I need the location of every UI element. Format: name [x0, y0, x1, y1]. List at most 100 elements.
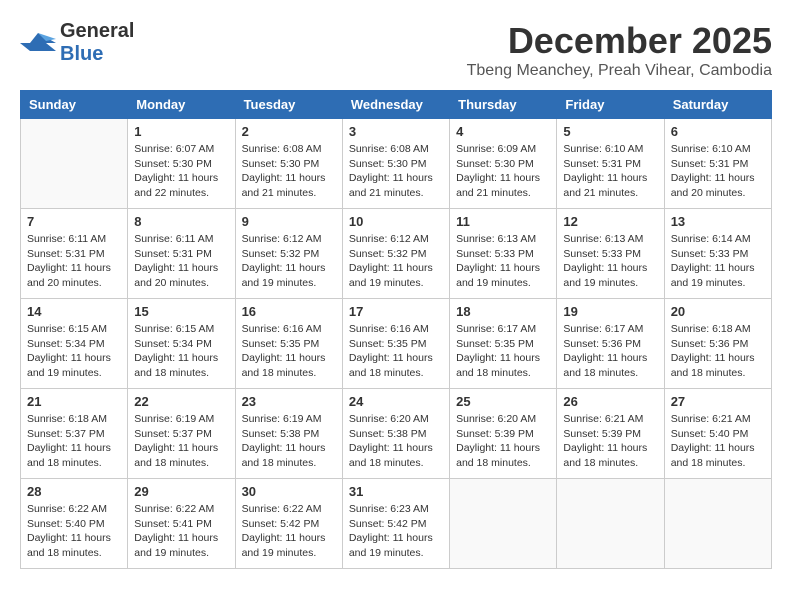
- cell-info: Sunrise: 6:17 AMSunset: 5:35 PMDaylight:…: [456, 322, 550, 381]
- column-header-thursday: Thursday: [450, 91, 557, 119]
- calendar-cell: 25Sunrise: 6:20 AMSunset: 5:39 PMDayligh…: [450, 389, 557, 479]
- cell-info: Sunrise: 6:08 AMSunset: 5:30 PMDaylight:…: [242, 142, 336, 201]
- location-subtitle: Tbeng Meanchey, Preah Vihear, Cambodia: [467, 62, 772, 80]
- calendar-cell: [557, 479, 664, 569]
- day-number: 19: [563, 304, 657, 319]
- cell-info: Sunrise: 6:13 AMSunset: 5:33 PMDaylight:…: [563, 232, 657, 291]
- calendar-cell: 31 Sunrise: 6:23 AMSunset: 5:42 PMDayligh…: [342, 479, 449, 569]
- calendar-cell: [450, 479, 557, 569]
- cell-info: Sunrise: 6:09 AMSunset: 5:30 PMDaylight:…: [456, 142, 550, 201]
- calendar-cell: 19Sunrise: 6:17 AMSunset: 5:36 PMDayligh…: [557, 299, 664, 389]
- cell-info: Sunrise: 6:12 AMSunset: 5:32 PMDaylight:…: [349, 232, 443, 291]
- calendar-cell: [664, 479, 771, 569]
- calendar-cell: 17 Sunrise: 6:16 AMSunset: 5:35 PMDayligh…: [342, 299, 449, 389]
- calendar-cell: 15 Sunrise: 6:15 AMSunset: 5:34 PMDayligh…: [128, 299, 235, 389]
- cell-info: Sunrise: 6:22 AMSunset: 5:41 PMDaylight:…: [134, 502, 228, 561]
- cell-info: Sunrise: 6:23 AMSunset: 5:42 PMDaylight:…: [349, 502, 443, 561]
- calendar-cell: 13 Sunrise: 6:14 AMSunset: 5:33 PMDayligh…: [664, 209, 771, 299]
- calendar-cell: 16 Sunrise: 6:16 AMSunset: 5:35 PMDayligh…: [235, 299, 342, 389]
- cell-info: Sunrise: 6:11 AMSunset: 5:31 PMDaylight:…: [134, 232, 228, 291]
- day-number: 30: [242, 484, 336, 499]
- calendar-cell: 2Sunrise: 6:08 AMSunset: 5:30 PMDaylight…: [235, 119, 342, 209]
- cell-info: Sunrise: 6:14 AMSunset: 5:33 PMDaylight:…: [671, 232, 765, 291]
- cell-info: Sunrise: 6:20 AMSunset: 5:39 PMDaylight:…: [456, 412, 550, 471]
- week-row-5: 28 Sunrise: 6:22 AMSunset: 5:40 PMDayligh…: [21, 479, 772, 569]
- calendar-cell: 6 Sunrise: 6:10 AMSunset: 5:31 PMDaylight…: [664, 119, 771, 209]
- calendar-cell: 3Sunrise: 6:08 AMSunset: 5:30 PMDaylight…: [342, 119, 449, 209]
- page-header: General Blue December 2025 Tbeng Meanche…: [20, 20, 772, 80]
- cell-info: Sunrise: 6:18 AMSunset: 5:36 PMDaylight:…: [671, 322, 765, 381]
- calendar-cell: 27 Sunrise: 6:21 AMSunset: 5:40 PMDayligh…: [664, 389, 771, 479]
- cell-info: Sunrise: 6:13 AMSunset: 5:33 PMDaylight:…: [456, 232, 550, 291]
- day-number: 27: [671, 394, 765, 409]
- cell-info: Sunrise: 6:19 AMSunset: 5:38 PMDaylight:…: [242, 412, 336, 471]
- calendar-cell: 28 Sunrise: 6:22 AMSunset: 5:40 PMDayligh…: [21, 479, 128, 569]
- cell-info: Sunrise: 6:15 AMSunset: 5:34 PMDaylight:…: [27, 322, 121, 381]
- day-number: 15: [134, 304, 228, 319]
- calendar-cell: 4Sunrise: 6:09 AMSunset: 5:30 PMDaylight…: [450, 119, 557, 209]
- day-number: 18: [456, 304, 550, 319]
- day-number: 5: [563, 124, 657, 139]
- cell-info: Sunrise: 6:16 AMSunset: 5:35 PMDaylight:…: [349, 322, 443, 381]
- day-number: 1: [134, 124, 228, 139]
- column-header-wednesday: Wednesday: [342, 91, 449, 119]
- day-number: 31: [349, 484, 443, 499]
- day-number: 22: [134, 394, 228, 409]
- day-number: 10: [349, 214, 443, 229]
- day-number: 29: [134, 484, 228, 499]
- cell-info: Sunrise: 6:19 AMSunset: 5:37 PMDaylight:…: [134, 412, 228, 471]
- calendar-cell: 11 Sunrise: 6:13 AMSunset: 5:33 PMDayligh…: [450, 209, 557, 299]
- calendar-cell: 24 Sunrise: 6:20 AMSunset: 5:38 PMDayligh…: [342, 389, 449, 479]
- calendar-cell: 7 Sunrise: 6:11 AMSunset: 5:31 PMDaylight…: [21, 209, 128, 299]
- month-year-title: December 2025: [467, 20, 772, 62]
- cell-info: Sunrise: 6:07 AMSunset: 5:30 PMDaylight:…: [134, 142, 228, 201]
- calendar-header-row: SundayMondayTuesdayWednesdayThursdayFrid…: [21, 91, 772, 119]
- week-row-1: 1 Sunrise: 6:07 AMSunset: 5:30 PMDaylight…: [21, 119, 772, 209]
- calendar-cell: 1 Sunrise: 6:07 AMSunset: 5:30 PMDaylight…: [128, 119, 235, 209]
- cell-info: Sunrise: 6:20 AMSunset: 5:38 PMDaylight:…: [349, 412, 443, 471]
- day-number: 16: [242, 304, 336, 319]
- logo-text: General Blue: [60, 20, 134, 66]
- calendar-cell: 14Sunrise: 6:15 AMSunset: 5:34 PMDayligh…: [21, 299, 128, 389]
- calendar-cell: [21, 119, 128, 209]
- day-number: 23: [242, 394, 336, 409]
- day-number: 6: [671, 124, 765, 139]
- cell-info: Sunrise: 6:21 AMSunset: 5:39 PMDaylight:…: [563, 412, 657, 471]
- day-number: 8: [134, 214, 228, 229]
- calendar-cell: 5 Sunrise: 6:10 AMSunset: 5:31 PMDaylight…: [557, 119, 664, 209]
- day-number: 26: [563, 394, 657, 409]
- calendar-cell: 20Sunrise: 6:18 AMSunset: 5:36 PMDayligh…: [664, 299, 771, 389]
- week-row-4: 21Sunrise: 6:18 AMSunset: 5:37 PMDayligh…: [21, 389, 772, 479]
- cell-info: Sunrise: 6:10 AMSunset: 5:31 PMDaylight:…: [563, 142, 657, 201]
- calendar-cell: 9Sunrise: 6:12 AMSunset: 5:32 PMDaylight…: [235, 209, 342, 299]
- cell-info: Sunrise: 6:15 AMSunset: 5:34 PMDaylight:…: [134, 322, 228, 381]
- day-number: 3: [349, 124, 443, 139]
- week-row-3: 14Sunrise: 6:15 AMSunset: 5:34 PMDayligh…: [21, 299, 772, 389]
- calendar-cell: 23 Sunrise: 6:19 AMSunset: 5:38 PMDayligh…: [235, 389, 342, 479]
- day-number: 28: [27, 484, 121, 499]
- day-number: 11: [456, 214, 550, 229]
- day-number: 7: [27, 214, 121, 229]
- calendar-table: SundayMondayTuesdayWednesdayThursdayFrid…: [20, 90, 772, 569]
- title-section: December 2025 Tbeng Meanchey, Preah Vihe…: [467, 20, 772, 80]
- cell-info: Sunrise: 6:21 AMSunset: 5:40 PMDaylight:…: [671, 412, 765, 471]
- cell-info: Sunrise: 6:22 AMSunset: 5:40 PMDaylight:…: [27, 502, 121, 561]
- column-header-saturday: Saturday: [664, 91, 771, 119]
- calendar-cell: 30Sunrise: 6:22 AMSunset: 5:42 PMDayligh…: [235, 479, 342, 569]
- cell-info: Sunrise: 6:10 AMSunset: 5:31 PMDaylight:…: [671, 142, 765, 201]
- column-header-friday: Friday: [557, 91, 664, 119]
- day-number: 17: [349, 304, 443, 319]
- logo: General Blue: [20, 20, 134, 66]
- day-number: 13: [671, 214, 765, 229]
- calendar-cell: 18 Sunrise: 6:17 AMSunset: 5:35 PMDayligh…: [450, 299, 557, 389]
- calendar-cell: 10 Sunrise: 6:12 AMSunset: 5:32 PMDayligh…: [342, 209, 449, 299]
- logo-bird-icon: [20, 29, 56, 57]
- column-header-tuesday: Tuesday: [235, 91, 342, 119]
- cell-info: Sunrise: 6:11 AMSunset: 5:31 PMDaylight:…: [27, 232, 121, 291]
- calendar-cell: 21Sunrise: 6:18 AMSunset: 5:37 PMDayligh…: [21, 389, 128, 479]
- day-number: 24: [349, 394, 443, 409]
- cell-info: Sunrise: 6:16 AMSunset: 5:35 PMDaylight:…: [242, 322, 336, 381]
- day-number: 12: [563, 214, 657, 229]
- calendar-cell: 26 Sunrise: 6:21 AMSunset: 5:39 PMDayligh…: [557, 389, 664, 479]
- day-number: 21: [27, 394, 121, 409]
